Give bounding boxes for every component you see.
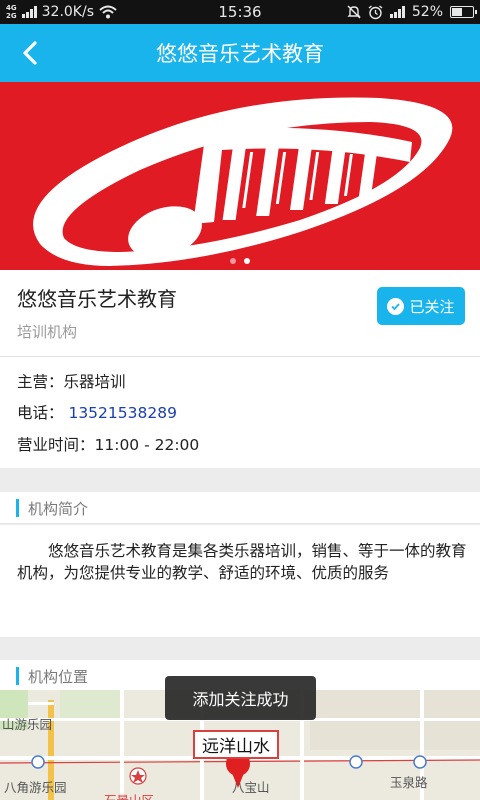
section-accent-bar	[16, 667, 19, 685]
follow-label: 已关注	[409, 297, 455, 316]
network-type-bottom: 2G	[6, 12, 17, 20]
carousel-indicator	[0, 258, 480, 264]
follow-button[interactable]: 已关注	[377, 287, 465, 325]
map-label: 八角游乐园	[4, 780, 67, 795]
phone-link[interactable]: 13521538289	[68, 404, 176, 422]
carousel-dot[interactable]	[230, 258, 236, 264]
network-type-top: 4G	[6, 4, 17, 12]
section-accent-bar	[16, 499, 19, 517]
network-type: 4G 2G	[6, 4, 17, 20]
wifi-icon	[99, 5, 117, 19]
status-bar: 4G 2G 32.0K/s 15:36 52%	[0, 0, 480, 24]
back-arrow-icon	[23, 41, 37, 65]
network-speed: 32.0K/s	[41, 4, 94, 20]
screen: 4G 2G 32.0K/s 15:36 52% 悠悠音乐艺术教育 悠悠音乐艺术教…	[0, 0, 480, 800]
check-icon	[387, 297, 405, 315]
phone-row: 电话： 13521538289	[17, 401, 177, 423]
phone-label: 电话：	[17, 404, 64, 422]
main-business: 主营：乐器培训	[17, 373, 126, 391]
intro-section-header: 机构简介	[0, 492, 480, 524]
alarm-icon	[368, 4, 383, 19]
music-note-logo	[0, 82, 480, 270]
map-pin-icon[interactable]	[226, 752, 250, 788]
battery-level	[452, 8, 463, 16]
mute-icon	[347, 5, 361, 19]
info-card: 主营：乐器培训 电话： 13521538289 营业时间：11:00 - 22:…	[0, 357, 480, 468]
app-bar: 悠悠音乐艺术教育	[0, 24, 480, 82]
map-label: 山游乐园	[2, 717, 53, 732]
organization-category: 培训机构	[17, 323, 78, 341]
signal-icon	[21, 6, 37, 18]
map-label: 石景山区	[104, 790, 154, 800]
battery-icon	[450, 6, 477, 18]
page-title: 悠悠音乐艺术教育	[156, 42, 324, 66]
toast-message: 添加关注成功	[165, 676, 316, 720]
intro-section-title: 机构简介	[28, 500, 89, 518]
carousel-dot-active[interactable]	[244, 258, 250, 264]
map-label: 玉泉路	[390, 775, 428, 790]
back-button[interactable]	[8, 31, 52, 75]
battery-percent: 52%	[411, 4, 443, 20]
intro-section-body: 悠悠音乐艺术教育是集各类乐器培训，销售、等于一体的教育机构，为您提供专业的教学、…	[0, 525, 480, 637]
intro-text: 悠悠音乐艺术教育是集各类乐器培训，销售、等于一体的教育机构，为您提供专业的教学、…	[17, 542, 467, 582]
organization-name: 悠悠音乐艺术教育	[17, 287, 177, 311]
organization-header: 悠悠音乐艺术教育 培训机构 已关注	[0, 270, 480, 356]
signal-icon-2	[389, 6, 405, 18]
business-hours: 营业时间：11:00 - 22:00	[17, 436, 200, 454]
banner-carousel[interactable]	[0, 82, 480, 270]
location-section-title: 机构位置	[28, 668, 89, 686]
